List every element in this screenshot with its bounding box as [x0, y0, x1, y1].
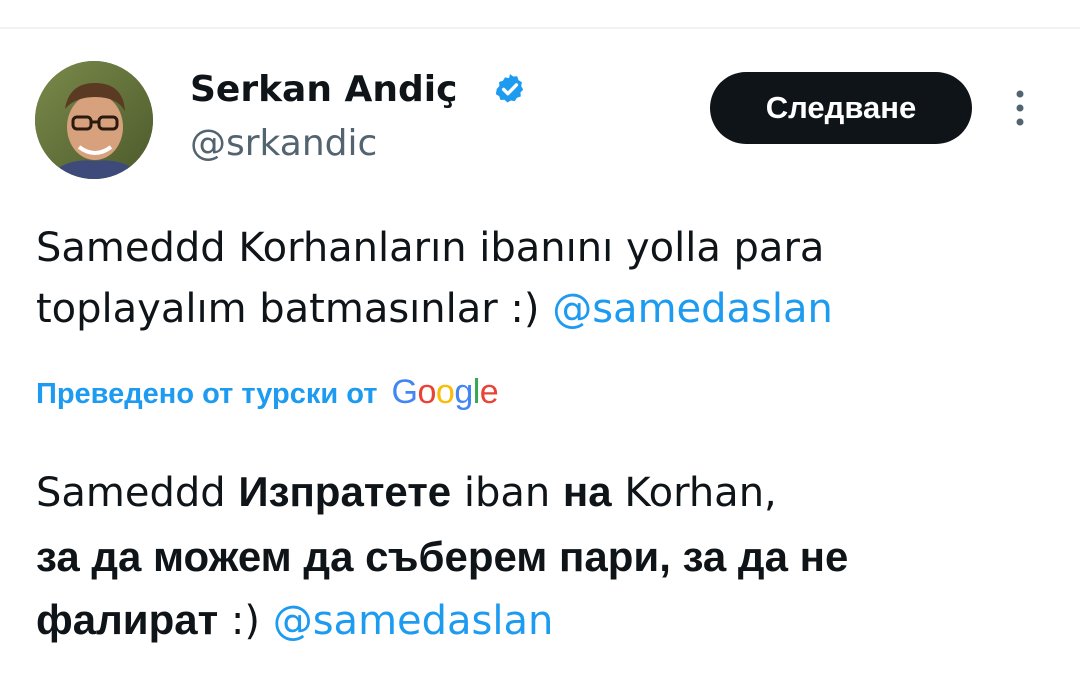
translation-label[interactable]: Преведено от турски от	[36, 378, 377, 410]
translation-attribution: Преведено от турски от Google	[36, 372, 499, 414]
verified-badge-icon	[493, 72, 527, 106]
translation-segment: :)	[218, 598, 273, 644]
translation-segment: Sameddd	[36, 470, 239, 516]
google-logo: Google	[391, 373, 499, 411]
translation-segment: Korhan,	[611, 470, 777, 516]
more-vertical-icon[interactable]	[1008, 84, 1032, 132]
tweet-line-1: Sameddd Korhanların ibanını yolla para	[36, 225, 825, 271]
tweet-mention-link[interactable]: @samedaslan	[552, 286, 833, 332]
top-divider	[0, 27, 1080, 29]
follow-button[interactable]: Следване	[710, 72, 972, 144]
translated-text: Sameddd Изпратете iban на Korhan, за да …	[36, 460, 1056, 653]
tweet-line-2: toplayalım batmasınlar :) @samedaslan	[36, 279, 1056, 340]
translation-line-2: за да можем да съберем пари, за да не	[36, 533, 849, 580]
translation-mention-link[interactable]: @samedaslan	[273, 598, 554, 644]
tweet-text: Sameddd Korhanların ibanını yolla para t…	[36, 218, 1056, 340]
author-handle[interactable]: @srkandic	[190, 122, 377, 166]
translation-segment-bold: Изпратете	[238, 468, 452, 515]
translation-segment-bold: на	[562, 468, 612, 515]
author-name[interactable]: Serkan Andiç	[190, 68, 457, 112]
translation-segment: iban	[451, 470, 563, 516]
translation-line-1: Sameddd Изпратете iban на Korhan,	[36, 460, 1056, 525]
tweet-line-2-text: toplayalım batmasınlar :)	[36, 286, 553, 332]
translation-line-3: фалират :) @samedaslan	[36, 588, 1056, 653]
avatar[interactable]	[35, 61, 153, 179]
translation-segment-bold: фалират	[36, 596, 219, 643]
